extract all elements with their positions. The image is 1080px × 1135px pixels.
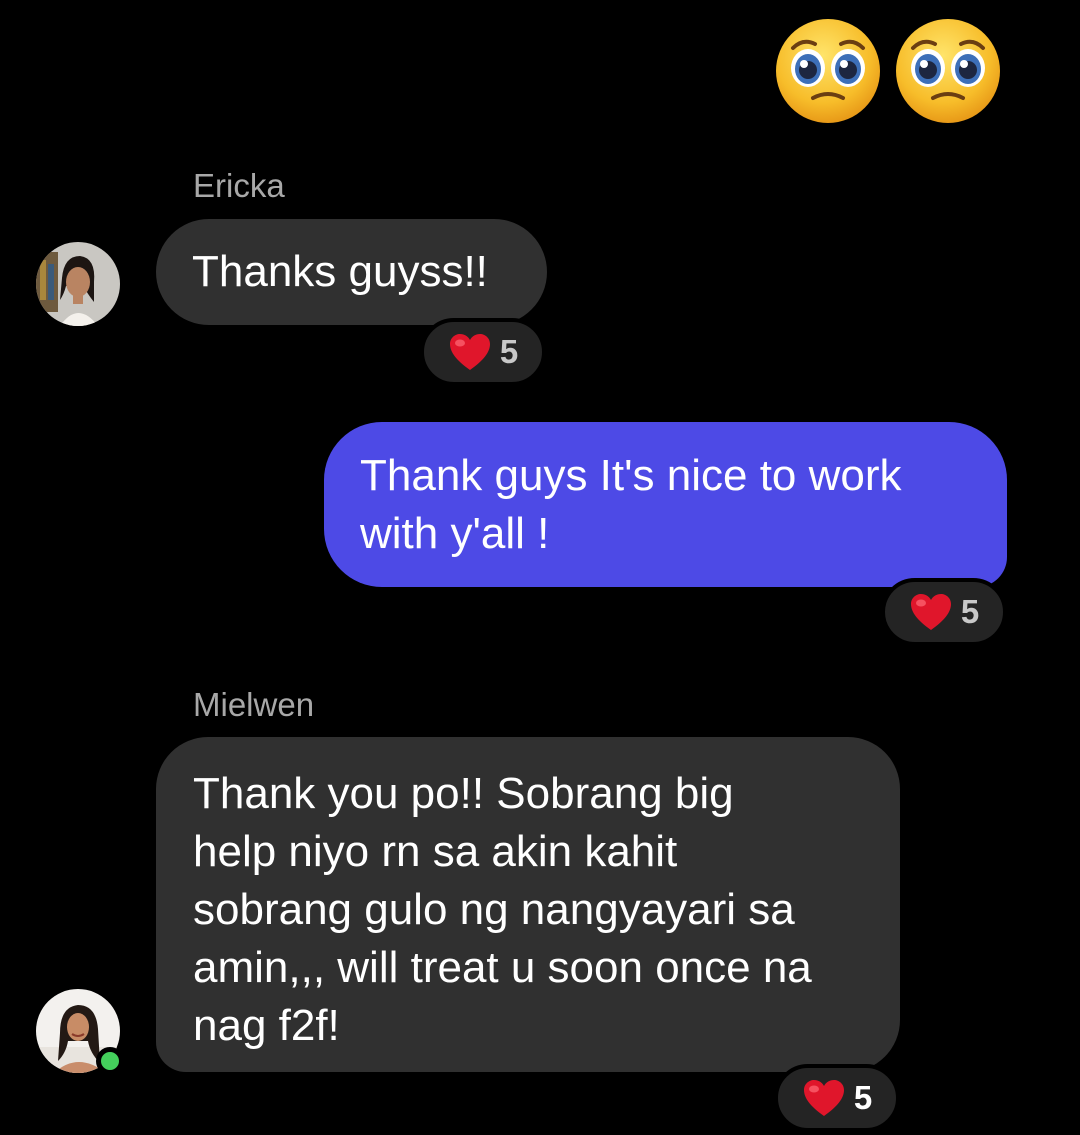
reaction-count: 5: [960, 593, 980, 630]
message-text: Thanks guyss!!: [192, 247, 488, 296]
online-status-indicator: [96, 1047, 124, 1075]
red-heart-icon: [449, 334, 490, 370]
message-text-line: Thank guys It's nice to work: [360, 451, 902, 500]
pleading-face-emoji[interactable]: [775, 18, 881, 124]
reaction-badge[interactable]: 5: [881, 578, 1007, 646]
reaction-count: 5: [853, 1079, 873, 1116]
ericka-avatar[interactable]: [36, 242, 120, 326]
reaction-badge[interactable]: 5: [420, 318, 546, 386]
reaction-badge[interactable]: 5: [774, 1064, 900, 1132]
message-text-line: help niyo rn sa akin kahit: [193, 827, 678, 876]
message-bubble[interactable]: Thanks guyss!!: [156, 219, 547, 325]
message-text-line: Thank you po!! Sobrang big: [193, 769, 734, 818]
red-heart-icon: [803, 1080, 844, 1116]
red-heart-icon: [910, 594, 951, 630]
message-bubble[interactable]: Thank guys It's nice to work with y'all …: [324, 422, 1007, 587]
pleading-face-emoji[interactable]: [895, 18, 1001, 124]
message-text-line: nag f2f!: [193, 1001, 340, 1050]
message-text-line: sobrang gulo ng nangyayari sa: [193, 885, 795, 934]
mielwen-avatar[interactable]: [36, 989, 124, 1075]
reaction-count: 5: [499, 333, 519, 370]
sender-name: Ericka: [193, 167, 285, 204]
message-bubble[interactable]: Thank you po!! Sobrang big help niyo rn …: [156, 737, 900, 1072]
sender-name: Mielwen: [193, 686, 315, 723]
message-text-line: amin,,, will treat u soon once na: [193, 943, 812, 992]
message-text-line: with y'all !: [360, 509, 550, 558]
